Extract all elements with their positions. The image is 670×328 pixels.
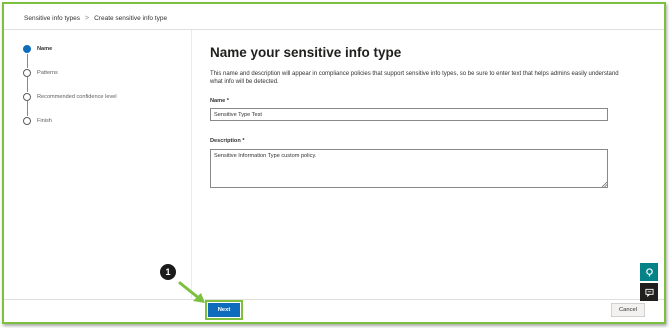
breadcrumb-separator: > bbox=[85, 15, 90, 22]
step-label: Recommended confidence level bbox=[37, 94, 117, 100]
step-connector bbox=[26, 101, 28, 116]
breadcrumb-item-create: Create sensitive info type bbox=[94, 15, 168, 22]
help-icon bbox=[645, 267, 653, 277]
step-recommended-confidence-level[interactable]: Recommended confidence level bbox=[23, 93, 117, 101]
header-divider bbox=[4, 29, 664, 30]
breadcrumb: Sensitive info types > Create sensitive … bbox=[24, 15, 167, 22]
step-indicator-icon bbox=[23, 45, 31, 53]
step-callout-badge: 1 bbox=[160, 264, 176, 280]
description-textarea[interactable]: Sensitive Information Type custom policy… bbox=[210, 149, 608, 188]
step-indicator-icon bbox=[23, 69, 31, 77]
step-label: Name bbox=[37, 46, 53, 52]
resize-grip-icon[interactable] bbox=[601, 181, 607, 187]
step-connector bbox=[26, 77, 28, 92]
wizard-panel: Sensitive info types > Create sensitive … bbox=[2, 2, 666, 324]
step-indicator-icon bbox=[23, 93, 31, 101]
step-name[interactable]: Name bbox=[23, 45, 52, 53]
step-label: Patterns bbox=[37, 70, 58, 76]
name-label: Name * bbox=[210, 98, 229, 104]
next-button[interactable]: Next bbox=[205, 300, 243, 320]
step-label: Finish bbox=[37, 118, 52, 124]
step-patterns[interactable]: Patterns bbox=[23, 69, 58, 77]
steps-divider bbox=[191, 30, 192, 298]
breadcrumb-item-sensitive-info-types[interactable]: Sensitive info types bbox=[24, 15, 80, 22]
page-title: Name your sensitive info type bbox=[210, 45, 402, 60]
step-connector bbox=[26, 54, 28, 68]
feedback-button[interactable] bbox=[640, 283, 658, 301]
footer-divider bbox=[4, 299, 664, 300]
step-indicator-icon bbox=[23, 117, 31, 125]
page-description: This name and description will appear in… bbox=[210, 71, 619, 85]
description-label: Description * bbox=[210, 138, 245, 144]
cancel-button[interactable]: Cancel bbox=[611, 303, 645, 317]
step-finish[interactable]: Finish bbox=[23, 117, 52, 125]
chat-icon bbox=[644, 288, 654, 297]
help-button[interactable] bbox=[640, 263, 658, 281]
name-input[interactable] bbox=[210, 108, 608, 121]
